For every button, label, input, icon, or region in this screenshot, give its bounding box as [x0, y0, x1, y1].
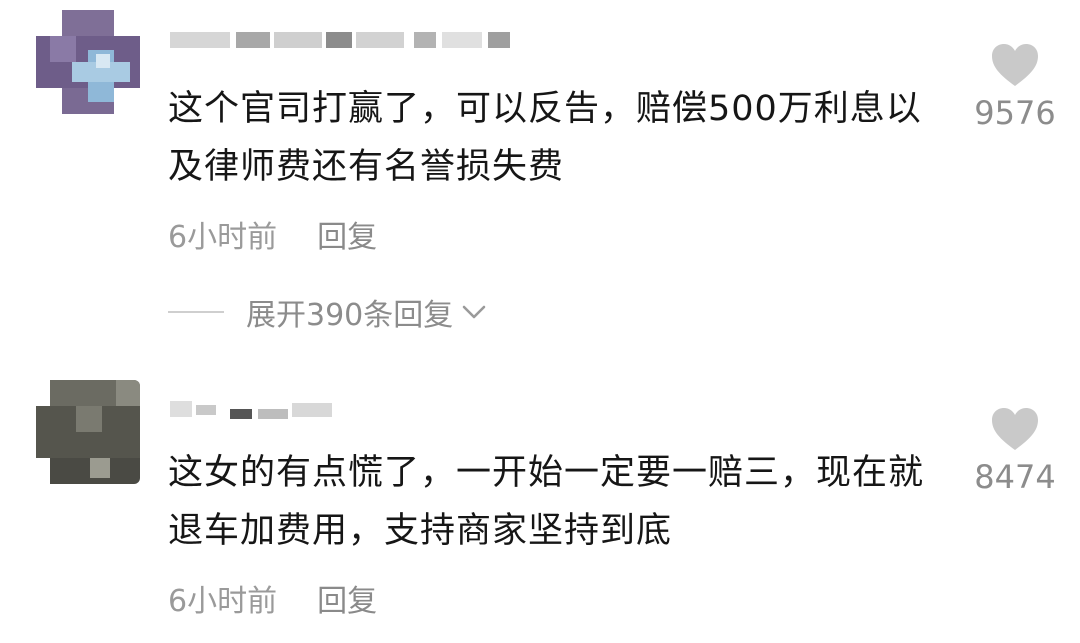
like-count: 8474: [974, 458, 1056, 496]
avatar[interactable]: [36, 10, 140, 114]
comment-text: 这个官司打赢了，可以反告，赔偿500万利息以及律师费还有名誉损失费: [168, 89, 922, 187]
avatar[interactable]: [36, 380, 140, 484]
heart-icon: [992, 44, 1038, 86]
username[interactable]: [170, 26, 530, 54]
divider-line: [168, 311, 224, 313]
comment-text: 这女的有点慌了，一开始一定要一赔三，现在就退车加费用，支持商家坚持到底: [168, 453, 925, 551]
comment-time: 6小时前: [168, 584, 278, 619]
expand-replies-button[interactable]: 展开390条回复: [168, 290, 487, 334]
username[interactable]: [170, 395, 530, 423]
comment-meta: 6小时前 回复: [168, 576, 377, 620]
comment-meta: 6小时前 回复: [168, 212, 377, 256]
like-button[interactable]: 8474: [970, 406, 1060, 496]
heart-icon: [992, 408, 1038, 450]
reply-button[interactable]: 回复: [317, 220, 377, 255]
expand-replies-label: 展开390条回复: [246, 298, 454, 333]
chevron-down-icon: [462, 305, 486, 319]
like-count: 9576: [974, 94, 1056, 132]
like-button[interactable]: 9576: [970, 42, 1060, 132]
reply-button[interactable]: 回复: [317, 584, 377, 619]
comment-time: 6小时前: [168, 220, 278, 255]
